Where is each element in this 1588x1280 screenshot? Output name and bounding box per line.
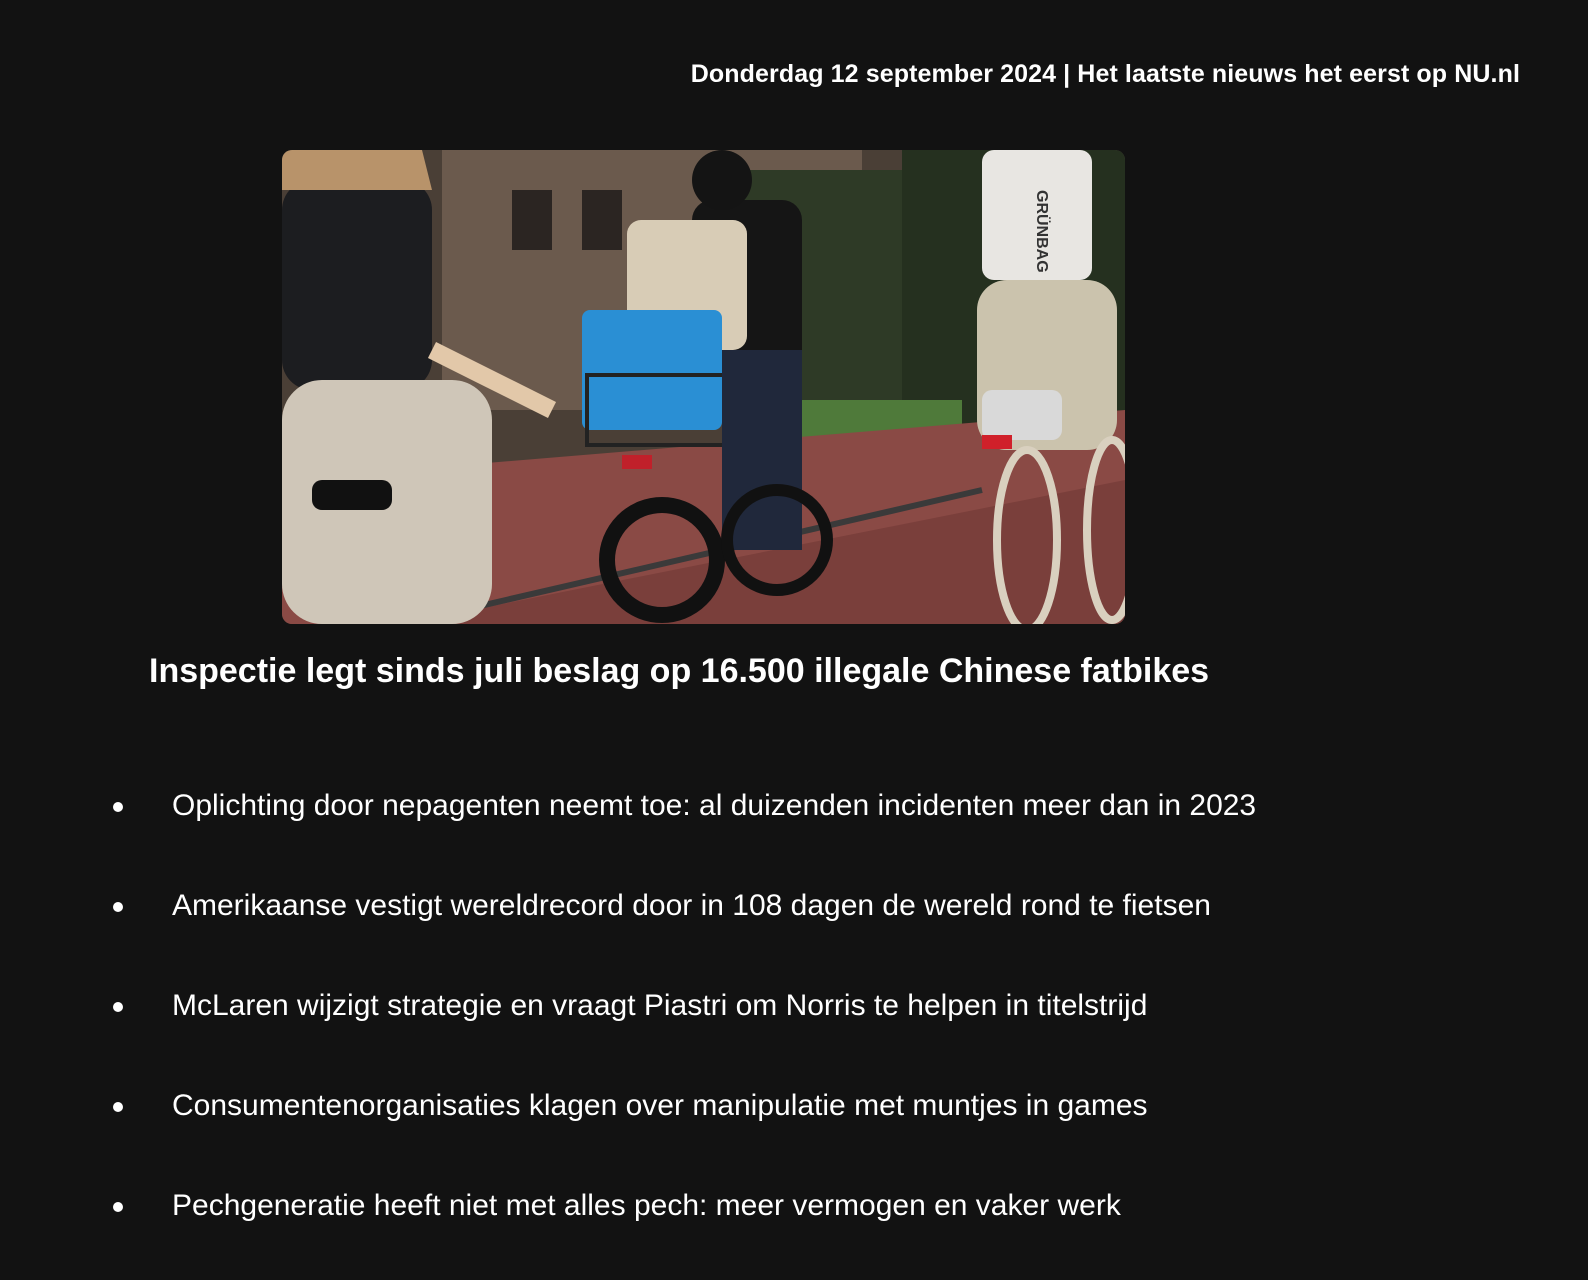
list-item: Pechgeneratie heeft niet met alles pech:… [0, 1180, 1588, 1280]
bullet-icon [113, 1002, 123, 1012]
news-link[interactable]: Pechgeneratie heeft niet met alles pech:… [172, 1189, 1121, 1222]
list-item: Amerikaanse vestigt wereldrecord door in… [0, 880, 1588, 980]
bullet-icon [113, 1102, 123, 1112]
cyclists-photo: GRÜNBAG [282, 150, 1125, 624]
list-item: Consumentenorganisaties klagen over mani… [0, 1080, 1588, 1180]
list-item: Oplichting door nepagenten neemt toe: al… [0, 780, 1588, 880]
hero-headline[interactable]: Inspectie legt sinds juli beslag op 16.5… [149, 652, 1209, 691]
news-link[interactable]: Amerikaanse vestigt wereldrecord door in… [172, 889, 1211, 922]
news-link[interactable]: McLaren wijzigt strategie en vraagt Pias… [172, 989, 1147, 1022]
dateline: Donderdag 12 september 2024 | Het laatst… [690, 60, 1520, 88]
bullet-icon [113, 802, 123, 812]
bullet-icon [113, 1202, 123, 1212]
news-link[interactable]: Oplichting door nepagenten neemt toe: al… [172, 789, 1256, 822]
news-list: Oplichting door nepagenten neemt toe: al… [0, 780, 1588, 1280]
hero-image[interactable]: GRÜNBAG [282, 150, 1125, 624]
bullet-icon [113, 902, 123, 912]
list-item: McLaren wijzigt strategie en vraagt Pias… [0, 980, 1588, 1080]
bag-text: GRÜNBAG [1033, 190, 1052, 273]
news-link[interactable]: Consumentenorganisaties klagen over mani… [172, 1089, 1148, 1122]
